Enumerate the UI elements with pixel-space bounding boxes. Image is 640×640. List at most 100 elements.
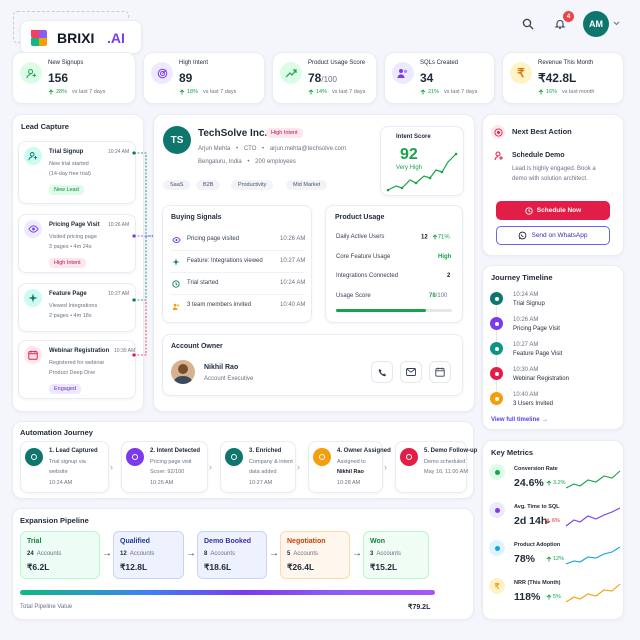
automation-step-time: 10:26 AM	[150, 480, 174, 486]
arrow-right-icon: ›	[384, 462, 387, 472]
send-whatsapp-label: Send on WhatsApp	[531, 232, 588, 239]
kpi-delta: 16% vs last month	[538, 89, 594, 95]
intent-score-label: Intent Score	[396, 134, 431, 140]
kpi-period: vs last month	[562, 89, 595, 95]
lead-event-detail: Registered for webinar	[49, 360, 105, 366]
company-name[interactable]: TechSolve Inc.	[198, 128, 267, 139]
logo-icon	[29, 28, 49, 48]
contact-email[interactable]: arjun.mehta@techsolve.com	[270, 146, 346, 152]
user-plus-icon	[490, 292, 503, 305]
lead-event-detail: Visited pricing page	[49, 234, 97, 240]
account-tag: B2B	[196, 180, 221, 190]
chevron-down-icon[interactable]	[613, 21, 620, 26]
kpi-label: New Signups	[48, 60, 84, 66]
usage-label: Daily Active Users	[336, 234, 385, 240]
user-avatar[interactable]: AM	[583, 11, 609, 37]
signal-time: 10:40 AM	[280, 302, 306, 308]
notification-badge: 4	[563, 11, 574, 22]
arrow-right-icon[interactable]: →	[542, 417, 548, 423]
view-full-timeline-link[interactable]: View full timeline	[491, 417, 540, 423]
metric-delta: 12%	[546, 556, 564, 562]
metric-delta-value: 5%	[553, 594, 561, 600]
contact-role: CTO	[243, 146, 257, 152]
pipeline-stage-name: Negotiation	[287, 538, 326, 545]
rupee-icon: ₹	[489, 578, 505, 594]
users-icon	[392, 62, 414, 84]
brand-logo[interactable]: BRIXI .AI	[20, 20, 142, 54]
automation-step-time: 10:28 AM	[337, 480, 361, 486]
owner-name: Nikhil Rao	[204, 364, 239, 371]
users-icon	[490, 392, 503, 405]
automation-step-detail: Pricing page visit	[150, 459, 192, 465]
calendar-icon	[400, 448, 418, 466]
journey-label: Webinar Registration	[513, 376, 569, 382]
automation-step-subdetail: website	[49, 469, 68, 475]
metric-label: Conversion Rate	[514, 466, 558, 472]
automation-step-subdetail: Score: 92/100	[150, 469, 185, 475]
arrow-right-icon: ›	[209, 462, 212, 472]
row-divider	[170, 294, 304, 295]
pipeline-stage-count-unit: Accounts	[376, 551, 402, 557]
metric-delta: 6%	[545, 518, 560, 524]
lead-event-subdetail: 2 pages • 4m 18s	[49, 313, 92, 319]
journey-label: Feature Page Visit	[513, 351, 563, 357]
kpi-label: High Intent	[179, 60, 209, 66]
metric-value: 118%	[514, 591, 541, 603]
lead-event-tag: High Intent	[49, 258, 86, 268]
send-whatsapp-button[interactable]: Send on WhatsApp	[496, 226, 610, 245]
intent-trend-sparkline	[386, 152, 458, 192]
brand-suffix: .AI	[107, 30, 125, 46]
automation-step-subdetail: May 16, 11:00 AM	[424, 469, 468, 475]
journey-time: 10:26 AM	[513, 317, 539, 323]
schedule-now-button[interactable]: Schedule Now	[496, 201, 610, 220]
arrow-up-icon	[48, 89, 54, 95]
pipeline-stage-count: 24 Accounts	[27, 551, 61, 557]
kpi-value: ₹42.8L	[538, 71, 576, 85]
clock-icon	[525, 206, 533, 215]
metric-value: 2d 14h	[514, 515, 548, 527]
owner-role: Account Executive	[204, 376, 254, 382]
journey-label: Trial Signup	[513, 301, 545, 307]
automation-step-time: 10:27 AM	[249, 480, 273, 486]
automation-step-detail: Company & intent	[249, 459, 293, 465]
pipeline-stage-value: ₹18.6L	[204, 562, 232, 572]
arrow-right-icon: ›	[110, 462, 113, 472]
usage-value-number: 2	[447, 273, 451, 279]
metric-delta: 3.2%	[546, 480, 566, 486]
automation-step-time: 10:24 AM	[49, 480, 73, 486]
total-pipeline-value: ₹79.2L	[408, 604, 431, 611]
pipeline-stage-value: ₹26.4L	[287, 562, 315, 572]
account-tag: SaaS	[163, 180, 191, 190]
signal-time: 10:24 AM	[280, 280, 306, 286]
lead-event-time: 10:26 AM	[108, 222, 130, 228]
calendar-icon	[490, 367, 503, 380]
pipeline-stage-count-number: 3	[370, 551, 374, 557]
calendar-icon	[24, 346, 42, 364]
schedule-demo-icon	[494, 151, 504, 161]
sparkle-icon	[24, 289, 42, 307]
usage-value: 12 71%	[421, 234, 450, 241]
automation-step-title: 2. Intent Detected	[150, 448, 201, 454]
pipeline-stage-count: 3 Accounts	[370, 551, 401, 557]
pipeline-stage-count-unit: Accounts	[210, 551, 236, 557]
phone-icon[interactable]	[371, 361, 393, 383]
mail-icon[interactable]	[400, 361, 422, 383]
kpi-delta: 18% vs last 7 days	[179, 89, 236, 95]
action-body: Lead is highly engaged. Book a demo with…	[512, 166, 596, 182]
usage-label: Core Feature Usage	[336, 253, 391, 260]
usage-value-unit: /100	[435, 292, 448, 299]
arrow-up-icon	[179, 89, 185, 95]
account-owner-title: Account Owner	[171, 343, 223, 350]
pipeline-stage-count: 12 Accounts	[120, 551, 154, 557]
calendar-icon[interactable]	[429, 361, 451, 383]
company-meta: Bengaluru, India • 200 employees	[198, 159, 296, 165]
database-icon	[225, 448, 243, 466]
automation-step-subdetail: Nikhil Rao	[337, 469, 364, 475]
kpi-value-number: 89	[179, 71, 193, 85]
search-icon[interactable]	[518, 14, 538, 34]
usage-value: 2	[447, 273, 450, 279]
usage-value: 78/100	[429, 293, 447, 299]
kpi-period: vs last 7 days	[444, 89, 478, 95]
rupee-icon: ₹	[510, 62, 532, 84]
lead-capture-title: Lead Capture	[21, 122, 69, 131]
